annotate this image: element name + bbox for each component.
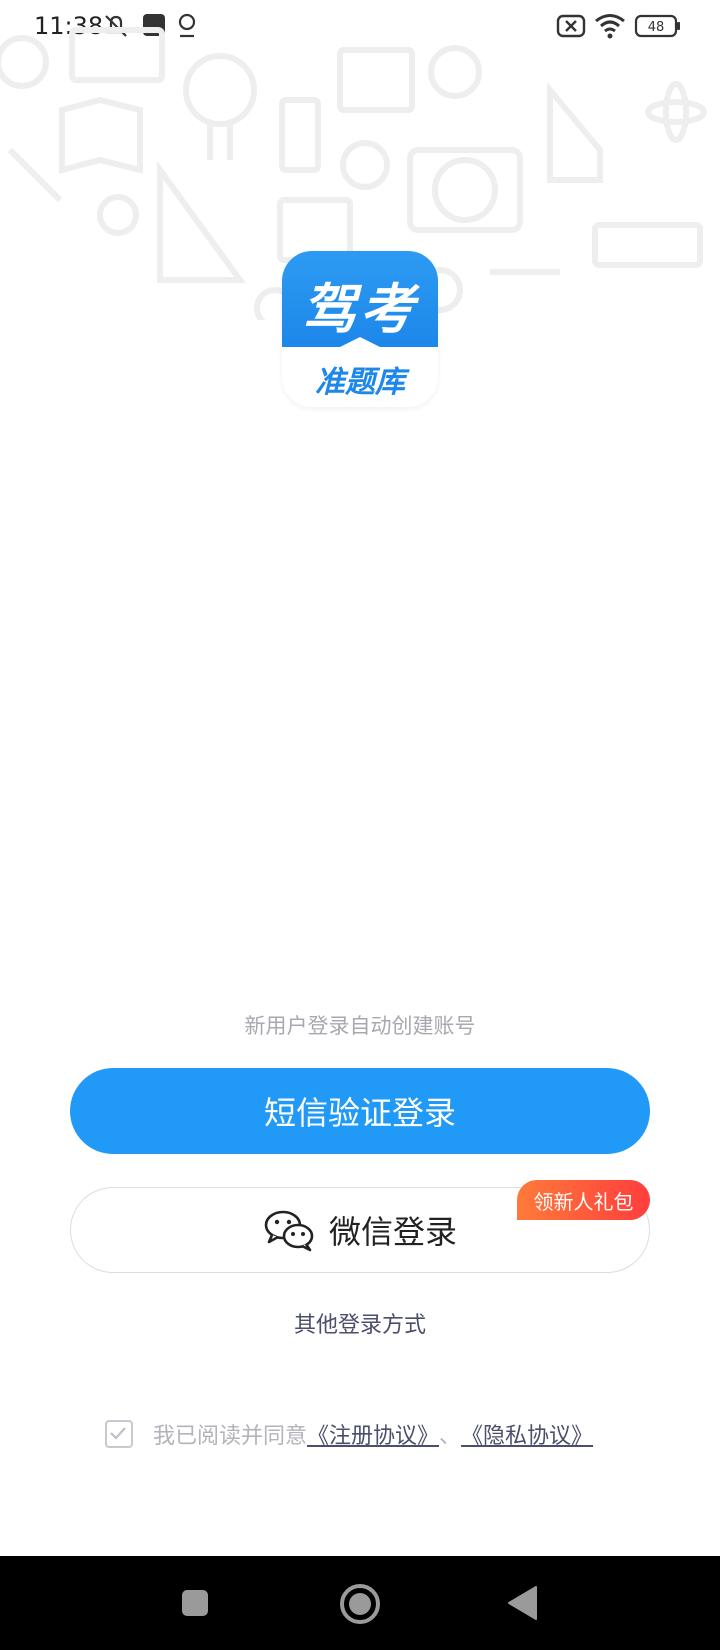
agreement-text: 我已阅读并同意 [153,1424,308,1449]
privacy-agreement-link[interactable]: 《隐私协议》 [461,1418,593,1450]
agreement-separator: 、 [439,1424,462,1449]
sms-login-label: 短信验证登录 [263,1094,456,1132]
logo-title: 驾考 [302,278,418,341]
agreement-checkbox[interactable] [105,1420,133,1448]
app-logo: 驾考 准题库 [282,251,438,407]
home-icon[interactable] [339,1583,381,1629]
sms-login-button[interactable]: 短信验证登录 [70,1068,650,1154]
other-login-methods-link[interactable]: 其他登录方式 [0,1307,720,1339]
recents-icon[interactable] [180,1588,210,1622]
new-user-hint: 新用户登录自动创建账号 [244,1014,476,1038]
check-icon [110,1427,126,1440]
new-user-gift-badge[interactable]: 领新人礼包 [517,1180,650,1220]
agreement-row: 我已阅读并同意 《注册协议》 、 《隐私协议》 [105,1417,593,1451]
back-icon[interactable] [506,1585,540,1625]
logo-subtitle: 准题库 [315,365,405,400]
register-agreement-link[interactable]: 《注册协议》 [307,1418,439,1450]
wechat-icon [264,1210,314,1252]
navigation-bar [0,1556,720,1650]
wechat-login-label: 微信登录 [328,1213,457,1251]
